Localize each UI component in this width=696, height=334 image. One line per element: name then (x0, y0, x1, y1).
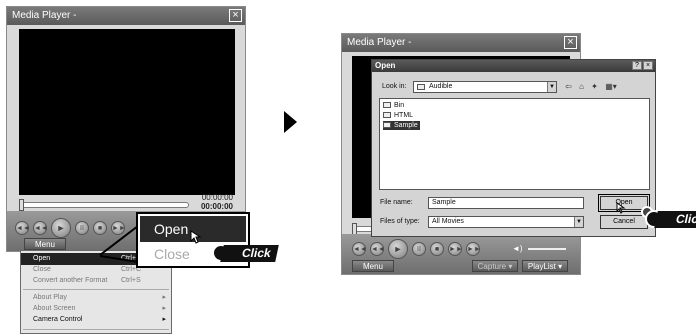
cancel-button[interactable]: Cancel (600, 215, 648, 229)
open-dialog: Open ? × Look in: Audible ▼ ⇦ ⌂ ✦ ▦▾ Bin… (371, 59, 656, 237)
cursor-icon (616, 202, 626, 214)
pause-button[interactable]: II (412, 242, 426, 256)
view-menu-icon[interactable]: ▦▾ (603, 82, 619, 91)
right-window-close-button[interactable]: × (564, 36, 577, 49)
help-button[interactable]: ? (632, 61, 642, 70)
chevron-down-icon[interactable]: ▼ (574, 217, 583, 227)
look-in-label: Look in: (382, 83, 407, 90)
click-label-right: Click (654, 211, 696, 228)
cursor-icon (190, 230, 202, 244)
playlist-button[interactable]: PlayList ▾ (522, 260, 568, 272)
previous-button[interactable]: ◄◄ (352, 242, 367, 256)
arrow-right-icon (284, 111, 297, 133)
stop-button[interactable]: ■ (430, 242, 444, 256)
fast-forward-button[interactable]: ►► (448, 242, 463, 256)
new-folder-icon[interactable]: ✦ (589, 82, 600, 91)
file-item-label: Bin (394, 102, 405, 109)
up-folder-icon[interactable]: ⌂ (576, 82, 587, 91)
right-window-titlebar: Media Player - (342, 34, 580, 52)
folder-icon (383, 122, 391, 128)
file-item-bin[interactable]: Bin (383, 101, 406, 110)
back-icon[interactable]: ⇦ (563, 82, 574, 91)
file-name-label: File name: (380, 199, 413, 206)
open-dialog-titlebar: Open (372, 60, 655, 72)
right-window-title: Media Player - (347, 37, 412, 48)
click-label-left: Click (220, 245, 279, 262)
capture-button[interactable]: Capture ▾ (472, 260, 518, 272)
file-item-label: HTML (394, 112, 414, 119)
folder-icon (383, 102, 391, 108)
volume-slider[interactable] (528, 248, 566, 250)
file-name-input[interactable]: Sample (428, 197, 584, 209)
file-item-sample[interactable]: Sample (383, 121, 420, 130)
file-type-label: Files of type: (380, 218, 420, 225)
folder-icon (417, 84, 425, 90)
right-control-bar: ◄◄ ◄◄ ► II ■ ►► ►► ◄) Menu Capture ▾ Pla… (342, 234, 580, 274)
file-item-html[interactable]: HTML (383, 111, 415, 120)
rewind-button[interactable]: ◄◄ (370, 242, 385, 256)
next-button[interactable]: ►► (466, 242, 481, 256)
file-type-dropdown[interactable]: All Movies ▼ (428, 216, 584, 228)
play-button[interactable]: ► (388, 239, 408, 259)
look-in-dropdown[interactable]: Audible ▼ (413, 81, 557, 93)
file-type-value: All Movies (432, 218, 464, 225)
volume-icon: ◄) (512, 244, 523, 253)
file-list[interactable]: Bin HTML Sample (379, 98, 650, 190)
right-menu-button[interactable]: Menu (352, 260, 394, 272)
chevron-down-icon[interactable]: ▼ (547, 82, 556, 92)
folder-icon (383, 112, 391, 118)
dialog-close-button[interactable]: × (643, 61, 653, 70)
open-dialog-title: Open (375, 61, 396, 70)
file-item-label: Sample (394, 122, 418, 129)
